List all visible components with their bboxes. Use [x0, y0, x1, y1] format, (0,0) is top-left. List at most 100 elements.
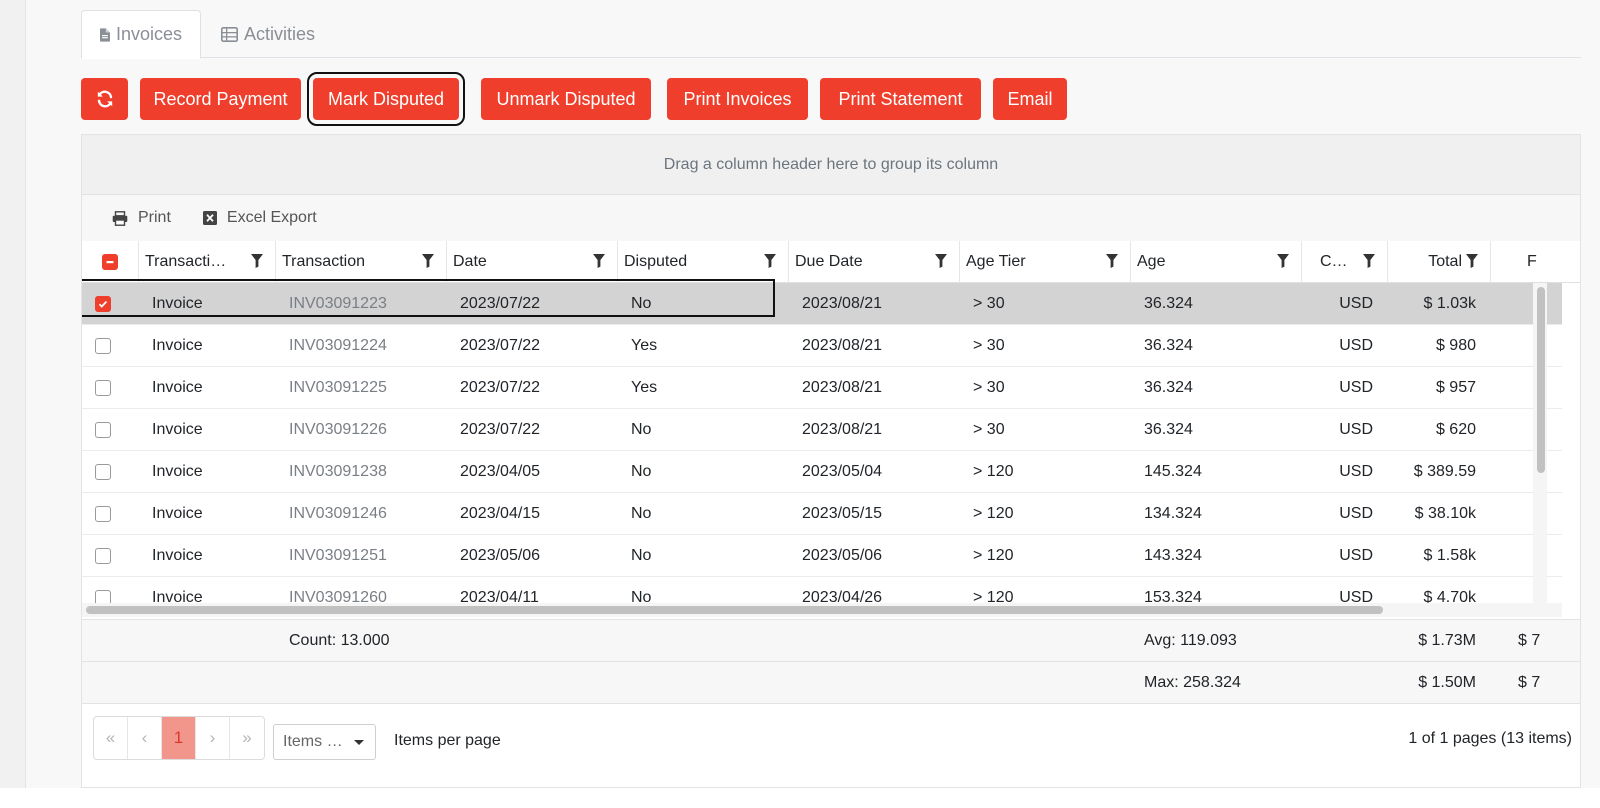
print-statement-button[interactable]: Print Statement: [820, 78, 981, 120]
cell-transaction-link[interactable]: INV03091225: [289, 367, 387, 409]
filter-icon[interactable]: [251, 254, 263, 268]
row-checkbox[interactable]: [95, 422, 111, 438]
cell-currency: USD: [1339, 589, 1373, 603]
row-checkbox-cell[interactable]: [82, 493, 124, 535]
email-button[interactable]: Email: [993, 78, 1067, 120]
filter-icon[interactable]: [593, 254, 605, 268]
unmark-disputed-button[interactable]: Unmark Disputed: [481, 78, 651, 120]
row-checkbox[interactable]: [95, 590, 111, 603]
column-header-age-tier[interactable]: Age Tier: [959, 241, 1130, 283]
cell-transaction-link[interactable]: INV03091251: [289, 535, 387, 577]
cell-due-date: 2023/08/21: [802, 379, 883, 396]
horizontal-scrollbar[interactable]: [82, 603, 1562, 617]
row-checkbox[interactable]: [95, 506, 111, 522]
column-title: Transaction: [282, 253, 365, 270]
cell-total: $ 980: [1435, 337, 1476, 354]
table-row[interactable]: Invoice INV03091251 2023/05/06 No 2023/0…: [82, 535, 1562, 577]
filter-icon[interactable]: [1277, 254, 1289, 268]
row-checkbox[interactable]: [95, 464, 111, 480]
row-checkbox-cell[interactable]: [82, 577, 124, 603]
table-row[interactable]: Invoice INV03091223 2023/07/22 No 2023/0…: [82, 283, 1562, 325]
first-page-button[interactable]: «: [94, 717, 128, 759]
next-page-button[interactable]: ›: [196, 717, 230, 759]
cell-due-date: 2023/08/21: [802, 295, 883, 312]
cell-type: Invoice: [152, 547, 203, 564]
filter-icon[interactable]: [1363, 254, 1375, 268]
cell-total: $ 4.70k: [1423, 589, 1476, 603]
row-checkbox-cell[interactable]: [82, 451, 124, 493]
table-row[interactable]: Invoice INV03091226 2023/07/22 No 2023/0…: [82, 409, 1562, 451]
filter-icon[interactable]: [764, 254, 776, 268]
row-checkbox-cell[interactable]: [82, 283, 124, 325]
column-header-age[interactable]: Age: [1130, 241, 1301, 283]
column-header-currency[interactable]: C…: [1301, 241, 1387, 283]
column-title: F: [1527, 253, 1537, 270]
tab-invoices[interactable]: Invoices: [81, 10, 201, 59]
select-all-checkbox-cell[interactable]: [82, 241, 138, 283]
filter-icon[interactable]: [935, 254, 947, 268]
vertical-scrollbar[interactable]: [1533, 283, 1547, 603]
excel-export-button[interactable]: Excel Export: [202, 209, 317, 227]
group-by-panel[interactable]: Drag a column header here to group its c…: [82, 135, 1580, 195]
cell-type: Invoice: [152, 589, 203, 603]
file-text-icon: [100, 27, 110, 42]
table-row[interactable]: Invoice INV03091238 2023/04/05 No 2023/0…: [82, 451, 1562, 493]
vertical-scrollbar-thumb[interactable]: [1537, 287, 1545, 473]
cell-age-tier: > 30: [973, 337, 1005, 354]
tab-invoices-label: Invoices: [115, 24, 182, 44]
cell-disputed: No: [631, 589, 652, 603]
pager-info: 1 of 1 pages (13 items): [1408, 730, 1572, 747]
row-checkbox-cell[interactable]: [82, 535, 124, 577]
grid-print-button[interactable]: Print: [112, 209, 171, 227]
cell-type: Invoice: [152, 295, 203, 312]
mark-disputed-button[interactable]: Mark Disputed: [307, 72, 465, 126]
filter-icon[interactable]: [422, 254, 434, 268]
select-all-checkbox[interactable]: [102, 254, 118, 270]
row-checkbox-cell[interactable]: [82, 367, 124, 409]
cell-transaction-link[interactable]: INV03091224: [289, 325, 387, 367]
aggregate-partial-max: $ 7: [1518, 674, 1541, 691]
column-header-due-date[interactable]: Due Date: [788, 241, 959, 283]
table-row[interactable]: Invoice INV03091260 2023/04/11 No 2023/0…: [82, 577, 1562, 603]
cell-transaction-link[interactable]: INV03091260: [289, 577, 387, 603]
table-row[interactable]: Invoice INV03091224 2023/07/22 Yes 2023/…: [82, 325, 1562, 367]
cell-transaction-link[interactable]: INV03091226: [289, 409, 387, 451]
cell-age-tier: > 120: [973, 505, 1014, 522]
row-checkbox[interactable]: [95, 338, 111, 354]
cell-transaction-link[interactable]: INV03091246: [289, 493, 387, 535]
column-header-transaction-type[interactable]: Transacti…: [138, 241, 275, 283]
row-checkbox[interactable]: [95, 548, 111, 564]
row-checkbox[interactable]: [95, 296, 111, 312]
previous-page-button[interactable]: ‹: [128, 717, 162, 759]
column-title: Transacti…: [145, 253, 227, 270]
tab-activities[interactable]: Activities: [203, 10, 333, 59]
column-header-disputed[interactable]: Disputed: [617, 241, 788, 283]
cell-date: 2023/04/11: [460, 589, 539, 603]
cell-transaction-link[interactable]: INV03091223: [289, 283, 387, 325]
cell-currency: USD: [1339, 421, 1373, 438]
cell-total: $ 1.03k: [1423, 295, 1476, 312]
excel-icon: [202, 211, 217, 225]
column-header-partial[interactable]: F: [1490, 241, 1580, 283]
column-title: Due Date: [795, 253, 863, 270]
cell-type: Invoice: [152, 379, 203, 396]
row-checkbox[interactable]: [95, 380, 111, 396]
row-checkbox-cell[interactable]: [82, 325, 124, 367]
row-checkbox-cell[interactable]: [82, 409, 124, 451]
items-per-page-select[interactable]: Items …: [273, 724, 376, 760]
page-1-button[interactable]: 1: [162, 717, 196, 759]
filter-icon[interactable]: [1106, 254, 1118, 268]
refresh-button[interactable]: [81, 78, 128, 120]
cell-total: $ 389.59: [1413, 463, 1476, 480]
filter-icon[interactable]: [1466, 254, 1478, 268]
cell-transaction-link[interactable]: INV03091238: [289, 451, 387, 493]
last-page-button[interactable]: »: [230, 717, 264, 759]
table-row[interactable]: Invoice INV03091246 2023/04/15 No 2023/0…: [82, 493, 1562, 535]
column-header-date[interactable]: Date: [446, 241, 617, 283]
column-header-total[interactable]: Total: [1387, 241, 1490, 283]
print-invoices-button[interactable]: Print Invoices: [667, 78, 808, 120]
record-payment-button[interactable]: Record Payment: [140, 78, 301, 120]
column-header-transaction[interactable]: Transaction: [275, 241, 446, 283]
table-row[interactable]: Invoice INV03091225 2023/07/22 Yes 2023/…: [82, 367, 1562, 409]
horizontal-scrollbar-thumb[interactable]: [86, 606, 1383, 614]
